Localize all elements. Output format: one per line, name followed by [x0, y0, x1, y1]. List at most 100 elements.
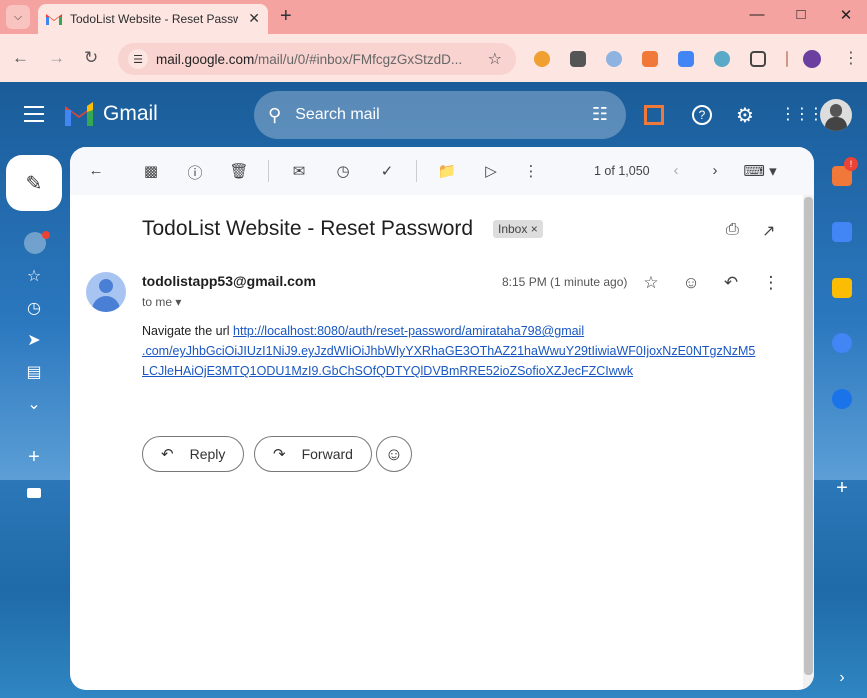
sent-icon[interactable]: ➤ — [24, 330, 44, 350]
input-tools-keyboard-icon[interactable]: ⌨ ▾ — [743, 162, 777, 180]
newer-chevron-icon[interactable]: ‹ — [665, 162, 687, 179]
reset-link-line3[interactable]: LCJleHAiOjE3MTQ1ODU1MzI9.GbChSOfQDTYQlDV… — [142, 364, 633, 378]
address-bar[interactable]: ☰ mail.google.com/mail/u/0/#inbox/FMfcgz… — [118, 43, 516, 75]
back-icon[interactable]: ← — [12, 48, 29, 68]
search-options-icon[interactable]: ☷ — [592, 104, 608, 125]
reload-icon[interactable]: ↻ — [84, 48, 98, 68]
minimize-icon[interactable]: — — [747, 6, 767, 23]
compose-button[interactable]: ✎ — [6, 155, 62, 211]
forward-icon[interactable]: → — [48, 48, 65, 68]
new-tab-icon[interactable]: + — [280, 5, 292, 27]
sender-avatar-body — [92, 296, 120, 312]
star-message-icon[interactable]: ☆ — [640, 273, 662, 293]
message-more-icon[interactable]: ⋮ — [760, 273, 782, 293]
maximize-icon[interactable]: □ — [791, 6, 811, 23]
sender-avatar[interactable] — [86, 272, 126, 312]
scrollbar-thumb[interactable] — [804, 197, 813, 675]
recipient-details[interactable]: to me ▾ — [142, 295, 181, 309]
extension-shield-icon[interactable] — [606, 51, 622, 67]
show-side-panel-chevron-icon[interactable]: › — [832, 668, 852, 688]
toolbar-divider — [416, 160, 417, 182]
create-label-icon[interactable]: + — [24, 446, 44, 469]
add-reaction-icon[interactable]: ☺ — [680, 273, 702, 293]
tab-close-icon[interactable]: ✕ — [248, 10, 260, 27]
snooze-icon[interactable]: ◷ — [332, 162, 354, 180]
reset-link-line1[interactable]: http://localhost:8080/auth/reset-passwor… — [233, 324, 584, 338]
reply-arrow-icon: ↶ — [161, 446, 174, 463]
get-addons-icon[interactable]: + — [832, 477, 852, 499]
account-avatar[interactable] — [820, 99, 852, 131]
archive-icon[interactable]: ▩ — [140, 162, 162, 180]
back-to-inbox-icon[interactable]: ← — [85, 162, 107, 179]
starred-icon[interactable]: ☆ — [24, 266, 44, 286]
message-toolbar: ← ▩ ⓘ 🗑 ✉ ◷ ✓ 📁 ▷ ⋮ 1 of 1,050 ‹ › ⌨ ▾ — [70, 147, 814, 195]
help-icon[interactable]: ? — [692, 105, 712, 125]
close-window-icon[interactable]: ✕ — [836, 6, 856, 24]
settings-gear-icon[interactable]: ⚙ — [736, 103, 754, 128]
reply-label: Reply — [189, 446, 226, 462]
calendar-icon[interactable] — [832, 222, 852, 242]
url-text: mail.google.com/mail/u/0/#inbox/FMfcgzGx… — [156, 52, 474, 67]
contacts-icon[interactable] — [832, 389, 852, 409]
browser-tab-strip: ⌵ TodoList Website - Reset Passw ✕ + — □… — [0, 0, 867, 34]
toolbar-divider — [786, 51, 788, 67]
tasks-icon[interactable] — [832, 333, 852, 353]
open-in-new-window-icon[interactable]: ↗ — [762, 221, 775, 241]
bookmark-star-icon[interactable]: ☆ — [488, 49, 502, 69]
recipient-text: to me — [142, 295, 173, 309]
gmail-logo[interactable]: Gmail — [63, 102, 158, 126]
gmail-wordmark: Gmail — [103, 102, 158, 125]
remove-label-icon[interactable]: × — [531, 222, 538, 236]
extension-orange-icon[interactable] — [642, 51, 658, 67]
sender-email[interactable]: todolistapp53@gmail.com — [142, 273, 316, 289]
forward-arrow-icon: ↷ — [273, 446, 286, 463]
browser-tab-active[interactable]: TodoList Website - Reset Passw ✕ — [38, 4, 268, 34]
extension-dark-icon[interactable] — [570, 51, 586, 67]
google-apps-icon[interactable]: ⋮⋮⋮ — [780, 104, 824, 124]
inbox-label-chip[interactable]: Inbox × — [493, 220, 543, 238]
snoozed-clock-icon[interactable]: ◷ — [24, 298, 44, 318]
show-details-chevron-icon[interactable]: ▾ — [175, 295, 181, 309]
site-info-icon[interactable]: ☰ — [128, 49, 148, 69]
mark-unread-icon[interactable]: ✉ — [288, 162, 310, 180]
label-chip-text: Inbox — [498, 222, 528, 236]
label-tag-icon[interactable] — [27, 488, 41, 498]
add-to-tasks-icon[interactable]: ✓ — [376, 162, 398, 180]
extension-translate-icon[interactable] — [678, 51, 694, 67]
keep-icon[interactable] — [832, 278, 852, 298]
more-chevron-icon[interactable]: ⌄ — [24, 394, 44, 414]
browser-toolbar: ← → ↻ ☰ mail.google.com/mail/u/0/#inbox/… — [0, 34, 867, 82]
drafts-icon[interactable]: ▤ — [24, 362, 44, 382]
search-input[interactable]: Search mail — [295, 106, 379, 124]
emoji-reaction-button[interactable]: ☺ — [376, 436, 412, 472]
label-icon[interactable]: ▷ — [480, 162, 502, 180]
reply-button[interactable]: ↶ Reply — [142, 436, 245, 472]
delete-icon[interactable]: 🗑 — [228, 162, 250, 180]
message-body: Navigate the url http://localhost:8080/a… — [142, 321, 782, 381]
message-time: 8:15 PM (1 minute ago) — [502, 275, 628, 289]
extensions-puzzle-icon[interactable] — [750, 51, 766, 67]
extension-react-icon[interactable] — [714, 51, 730, 67]
reset-link-line2[interactable]: .com/eyJhbGciOiJIUzI1NiJ9.eyJzdWIiOiJhbW… — [142, 344, 755, 358]
forward-button[interactable]: ↷ Forward — [254, 436, 372, 472]
more-menu-icon[interactable]: ⋮ — [843, 48, 859, 68]
more-actions-icon[interactable]: ⋮ — [520, 162, 542, 180]
main-menu-icon[interactable] — [24, 106, 44, 127]
extension-timer-icon[interactable] — [534, 51, 550, 67]
avatar-body — [825, 117, 847, 131]
tab-search-button[interactable]: ⌵ — [6, 5, 30, 29]
url-path: /mail/u/0/#inbox/FMfcgzGxStzdD... — [254, 51, 463, 67]
reply-icon[interactable]: ↶ — [720, 273, 742, 293]
pager-count: 1 of 1,050 — [594, 164, 650, 178]
apps-panel-icon[interactable] — [644, 105, 664, 125]
report-spam-icon[interactable]: ⓘ — [184, 162, 206, 183]
older-chevron-icon[interactable]: › — [704, 162, 726, 179]
profile-avatar[interactable] — [803, 50, 821, 68]
move-to-icon[interactable]: 📁 — [436, 162, 458, 180]
search-icon[interactable]: ⚲ — [268, 105, 281, 126]
tab-title: TodoList Website - Reset Passw — [70, 12, 238, 26]
search-bar[interactable]: ⚲ Search mail ☷ — [254, 91, 626, 139]
print-icon[interactable]: ⎙ — [726, 221, 739, 239]
gmail-header: Gmail ⚲ Search mail ☷ ? ⚙ ⋮⋮⋮ — [0, 82, 867, 148]
forward-label: Forward — [301, 446, 353, 462]
